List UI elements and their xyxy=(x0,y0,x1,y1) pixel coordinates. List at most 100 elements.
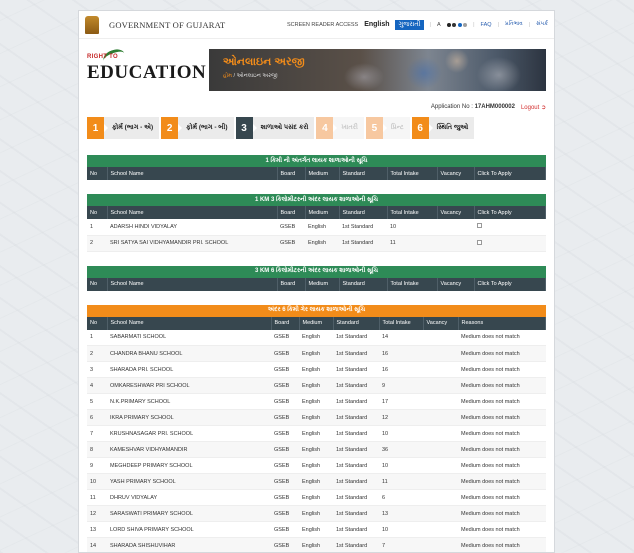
cell-total-intake: 6 xyxy=(379,489,423,506)
cell-medium: English xyxy=(299,329,333,346)
cell-school-name: DHRUV VIDYALAY xyxy=(107,489,271,506)
table-row: 3 SHARADA PRI. SCHOOL GSEB English 1st Stand… xyxy=(87,361,546,378)
cell-board: GSEB xyxy=(271,425,299,442)
app-no-label: Application No : xyxy=(430,104,473,110)
step-6[interactable]: 6 સ્થિતિ જુઓ xyxy=(411,117,475,139)
cell-standard: 1st Standard xyxy=(333,393,379,410)
faq-link[interactable]: FAQ xyxy=(481,22,492,28)
cell-vacancy xyxy=(423,441,458,458)
cell-no: 8 xyxy=(87,441,107,458)
cell-school-name: SABARMATI SCHOOL xyxy=(107,329,271,346)
step-label: પ્રિન્ટ xyxy=(382,117,410,139)
table-row: 5 N.K.PRIMARY SCHOOL GSEB English 1st Standa… xyxy=(87,393,546,410)
col-click-to-apply: Click To Apply xyxy=(474,206,546,219)
cell-reason: Medium does not match xyxy=(458,377,546,394)
banner-title: ઓનલાઇન અરજી xyxy=(222,56,305,68)
contact-link[interactable]: સંપર્ક xyxy=(536,21,548,28)
rte-logo[interactable]: RIGHT TO EDUCATION xyxy=(87,46,206,90)
site-header: RIGHT TO EDUCATION ઓનલાઇન અરજી હોમ / ઓનલ… xyxy=(79,39,554,101)
lang-gujarati-link[interactable]: ગુજરાતી xyxy=(395,19,424,30)
step-3[interactable]: 3 શાળાઓ પસંદ કરો xyxy=(235,117,315,139)
cell-reason: Medium does not match xyxy=(458,489,546,506)
cell-board: GSEB xyxy=(271,329,299,346)
logo-small-text: RIGHT TO xyxy=(87,54,118,60)
col-standard: Standard xyxy=(339,206,388,219)
theme-grey-icon[interactable] xyxy=(463,22,468,27)
step-label: સ્થિતિ જુઓ xyxy=(428,117,475,139)
theme-black-icon[interactable] xyxy=(452,22,457,27)
theme-dark-icon[interactable] xyxy=(446,22,451,27)
cell-reason: Medium does not match xyxy=(458,457,546,474)
cell-total-intake: 9 xyxy=(379,377,423,394)
table-header-row: No School Name Board Medium Standard Tot… xyxy=(87,277,546,291)
step-number: 3 xyxy=(235,117,253,139)
cell-board: GSEB xyxy=(271,409,299,426)
cell-no: 13 xyxy=(87,521,107,538)
cell-vacancy xyxy=(423,409,458,426)
cell-school-name: KAMESHVAR VIDHYAMANDIR xyxy=(107,441,271,458)
cell-medium: English xyxy=(299,377,333,394)
cell-vacancy xyxy=(437,219,474,236)
cell-school-name: LORD SHIVA PRIMARY SCHOOL xyxy=(107,521,271,538)
section-title: 3 KM 6 કિલોમીટરની અંદર લાયક શાળાઓની સૂચિ xyxy=(87,265,546,278)
col-reasons: Reasons xyxy=(458,316,546,330)
state-emblem-icon xyxy=(85,15,99,34)
cell-standard: 1st Standard xyxy=(333,521,379,538)
cell-vacancy xyxy=(423,537,458,552)
cell-total-intake: 17 xyxy=(379,393,423,410)
table-row: 4 OMKARESHWAR PRI SCHOOL GSEB English 1st St… xyxy=(87,377,546,394)
cell-total-intake: 10 xyxy=(379,457,423,474)
col-medium: Medium xyxy=(305,167,340,180)
cell-standard: 1st Standard xyxy=(333,441,379,458)
step-number: 2 xyxy=(161,117,179,139)
cell-vacancy xyxy=(423,329,458,346)
col-vacancy: Vacancy xyxy=(423,316,459,330)
breadcrumb-home[interactable]: હોમ xyxy=(223,73,232,79)
font-size-link[interactable]: A xyxy=(437,22,441,28)
theme-blue-icon[interactable] xyxy=(457,22,462,27)
section-title: અંદર 6 કિમી ગેર લાયક શાળાઓની સૂચિ xyxy=(87,304,546,317)
schools-within-1-3km: 1 KM 3 કિલોમીટરની અંદર લાયક શાળાઓની સૂચિ… xyxy=(87,194,546,252)
table-row: 2 CHANDRA BHANU SCHOOL GSEB English 1st Stan… xyxy=(87,345,546,362)
schools-table: No School Name Board Medium Standard Tot… xyxy=(87,206,546,252)
cell-board: GSEB xyxy=(271,537,299,552)
step-2[interactable]: 2 ફોર્મ (ભાગ - બી) xyxy=(161,117,234,139)
section-title: 1 કિમી ની અંતર્ગત લાયક શાળાઓની સૂચિ xyxy=(87,155,546,167)
schools-table: No School Name Board Medium Standard Tot… xyxy=(87,167,546,180)
cell-medium: English xyxy=(299,489,333,506)
lang-english-link[interactable]: English xyxy=(364,21,389,28)
cell-reason: Medium does not match xyxy=(458,537,546,552)
cell-standard: 1st Standard xyxy=(333,345,379,362)
feedback-link[interactable]: પ્રતિભાવ xyxy=(505,21,523,28)
theme-switcher[interactable] xyxy=(446,22,468,27)
screen-reader-link[interactable]: SCREEN READER ACCESS xyxy=(287,22,358,28)
cell-school-name: SRI SATYA SAI VIDHYAMANDIR PRI. SCHOOL xyxy=(107,235,277,252)
divider: | xyxy=(497,21,499,28)
cell-no: 1 xyxy=(87,329,107,346)
table-row: 11 DHRUV VIDYALAY GSEB English 1st Standard 6… xyxy=(87,489,546,506)
cell-board: GSEB xyxy=(271,505,299,522)
cell-no: 2 xyxy=(87,345,107,362)
step-1[interactable]: 1 ફોર્મ (ભાગ - એ) xyxy=(87,117,160,139)
cell-standard: 1st Standard xyxy=(333,329,379,346)
col-board: Board xyxy=(277,206,306,219)
col-standard: Standard xyxy=(339,167,388,180)
schools-table: No School Name Board Medium Standard Tot… xyxy=(87,277,546,291)
apply-checkbox[interactable] xyxy=(477,223,482,229)
cell-board: GSEB xyxy=(271,377,299,394)
logout-link[interactable]: Logout ➲ xyxy=(521,104,546,111)
cell-medium: English xyxy=(299,537,333,552)
cell-vacancy xyxy=(423,521,458,538)
col-medium: Medium xyxy=(305,277,340,291)
col-medium: Medium xyxy=(299,316,334,330)
step-label: ફોર્મ (ભાગ - બી) xyxy=(178,117,234,139)
cell-standard: 1st Standard xyxy=(333,537,379,552)
cell-no: 7 xyxy=(87,425,107,442)
cell-total-intake: 11 xyxy=(379,473,423,490)
col-standard: Standard xyxy=(333,316,380,330)
apply-checkbox[interactable] xyxy=(477,239,482,245)
cell-reason: Medium does not match xyxy=(458,473,546,490)
cell-medium: English xyxy=(299,425,333,442)
cell-school-name: IKRA PRIMARY SCHOOL xyxy=(107,409,271,426)
col-school-name: School Name xyxy=(107,277,278,291)
